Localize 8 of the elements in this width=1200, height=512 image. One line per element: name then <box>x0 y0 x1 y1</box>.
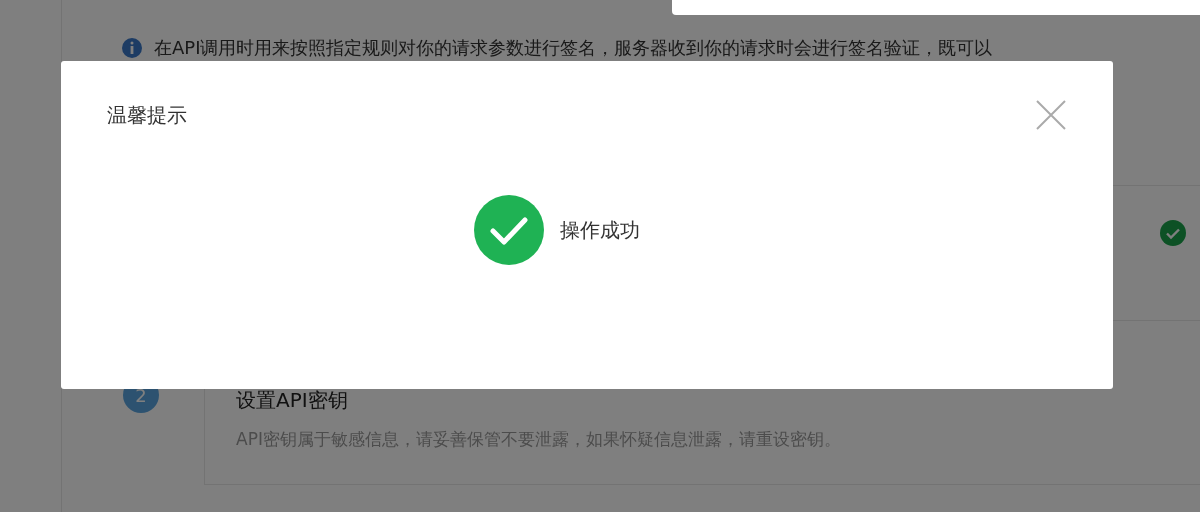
info-icon <box>122 38 142 58</box>
dialog-title: 温馨提示 <box>107 101 187 129</box>
notice-text: 在API调用时用来按照指定规则对你的请求参数进行签名，服务器收到你的请求时会进行签名验证，既可以 <box>154 36 993 60</box>
success-message: 操作成功 <box>560 216 640 244</box>
success-icon <box>474 195 544 265</box>
close-icon[interactable] <box>1035 99 1067 131</box>
step-title: 设置API密钥 <box>236 387 349 414</box>
success-icon <box>1160 220 1186 246</box>
